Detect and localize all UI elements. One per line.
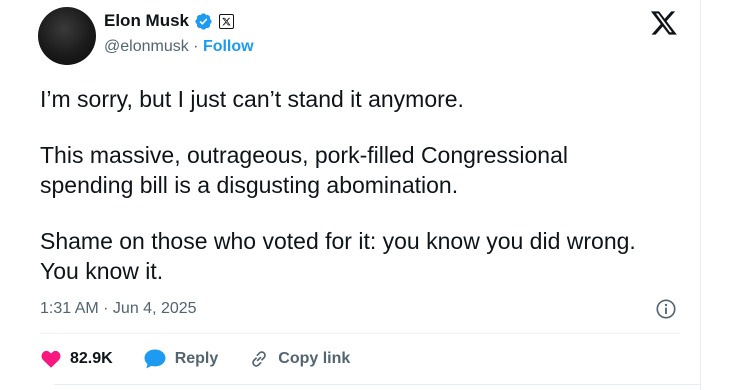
x-badge-icon [219, 13, 235, 29]
heart-icon [40, 348, 62, 370]
author-handle[interactable]: @elonmusk [104, 38, 189, 56]
reply-label: Reply [174, 350, 219, 367]
bottom-border [54, 384, 700, 385]
tweet-timestamp[interactable]: 1:31 AM · Jun 4, 2025 [40, 300, 197, 318]
author-handle-row: @elonmusk · Follow [104, 38, 254, 56]
like-button[interactable]: 82.9K [40, 348, 113, 370]
author-name-row: Elon Musk [104, 10, 235, 32]
tweet-card: Elon Musk @elonmusk · Follow I’m sorry, … [0, 0, 700, 390]
like-count: 82.9K [70, 350, 113, 367]
x-logo-icon[interactable] [650, 10, 678, 36]
copy-link-label: Copy link [278, 350, 351, 367]
handle-separator: · [188, 38, 203, 55]
tweet-paragraph: I’m sorry, but I just can’t stand it any… [40, 86, 464, 112]
action-bar: 82.9K Reply Copy link [40, 348, 380, 370]
info-icon[interactable] [655, 298, 677, 320]
reply-button[interactable]: Reply [143, 348, 219, 370]
card-border [700, 0, 701, 390]
reply-bubble-icon [143, 348, 167, 370]
copy-link-button[interactable]: Copy link [248, 348, 350, 370]
divider [40, 333, 680, 334]
tweet-paragraph: This massive, outrageous, pork-filled Co… [40, 142, 568, 198]
link-icon [248, 348, 270, 370]
follow-button[interactable]: Follow [203, 38, 254, 56]
verified-badge-icon [194, 12, 213, 31]
tweet-paragraph: Shame on those who voted for it: you kno… [40, 228, 636, 284]
tweet-text: I’m sorry, but I just can’t stand it any… [40, 84, 660, 312]
avatar[interactable] [38, 7, 96, 65]
author-display-name[interactable]: Elon Musk [104, 11, 189, 31]
